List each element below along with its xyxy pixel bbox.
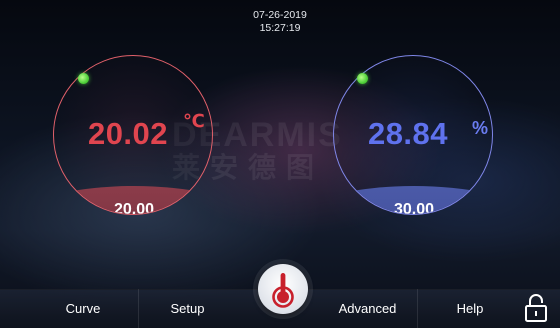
nav-curve-button[interactable]: Curve xyxy=(28,289,138,328)
nav-advanced-button[interactable]: Advanced xyxy=(318,289,418,328)
thermometer-icon xyxy=(272,273,294,308)
temperature-setpoint[interactable]: 20.00 xyxy=(54,201,212,214)
time-label: 15:27:19 xyxy=(259,22,301,34)
humidity-setpoint[interactable]: 30.00 xyxy=(334,201,492,214)
date-label: 07-26-2019 xyxy=(253,9,307,21)
lock-icon xyxy=(525,294,547,322)
lock-button[interactable] xyxy=(523,292,549,324)
humidity-unit: % xyxy=(472,118,489,138)
nav-help-button[interactable]: Help xyxy=(420,289,520,328)
datetime: 07-26-2019 15:27:19 xyxy=(0,9,560,35)
temperature-gauge[interactable]: 20.02 ℃ 20.00 xyxy=(53,55,213,215)
humidity-value: 28.84 xyxy=(367,116,449,151)
run-button[interactable] xyxy=(258,264,308,314)
nav-setup-button[interactable]: Setup xyxy=(138,289,236,328)
temperature-unit: ℃ xyxy=(183,111,205,131)
temperature-status-dot-icon xyxy=(78,73,89,84)
humidity-status-dot-icon xyxy=(357,73,368,84)
